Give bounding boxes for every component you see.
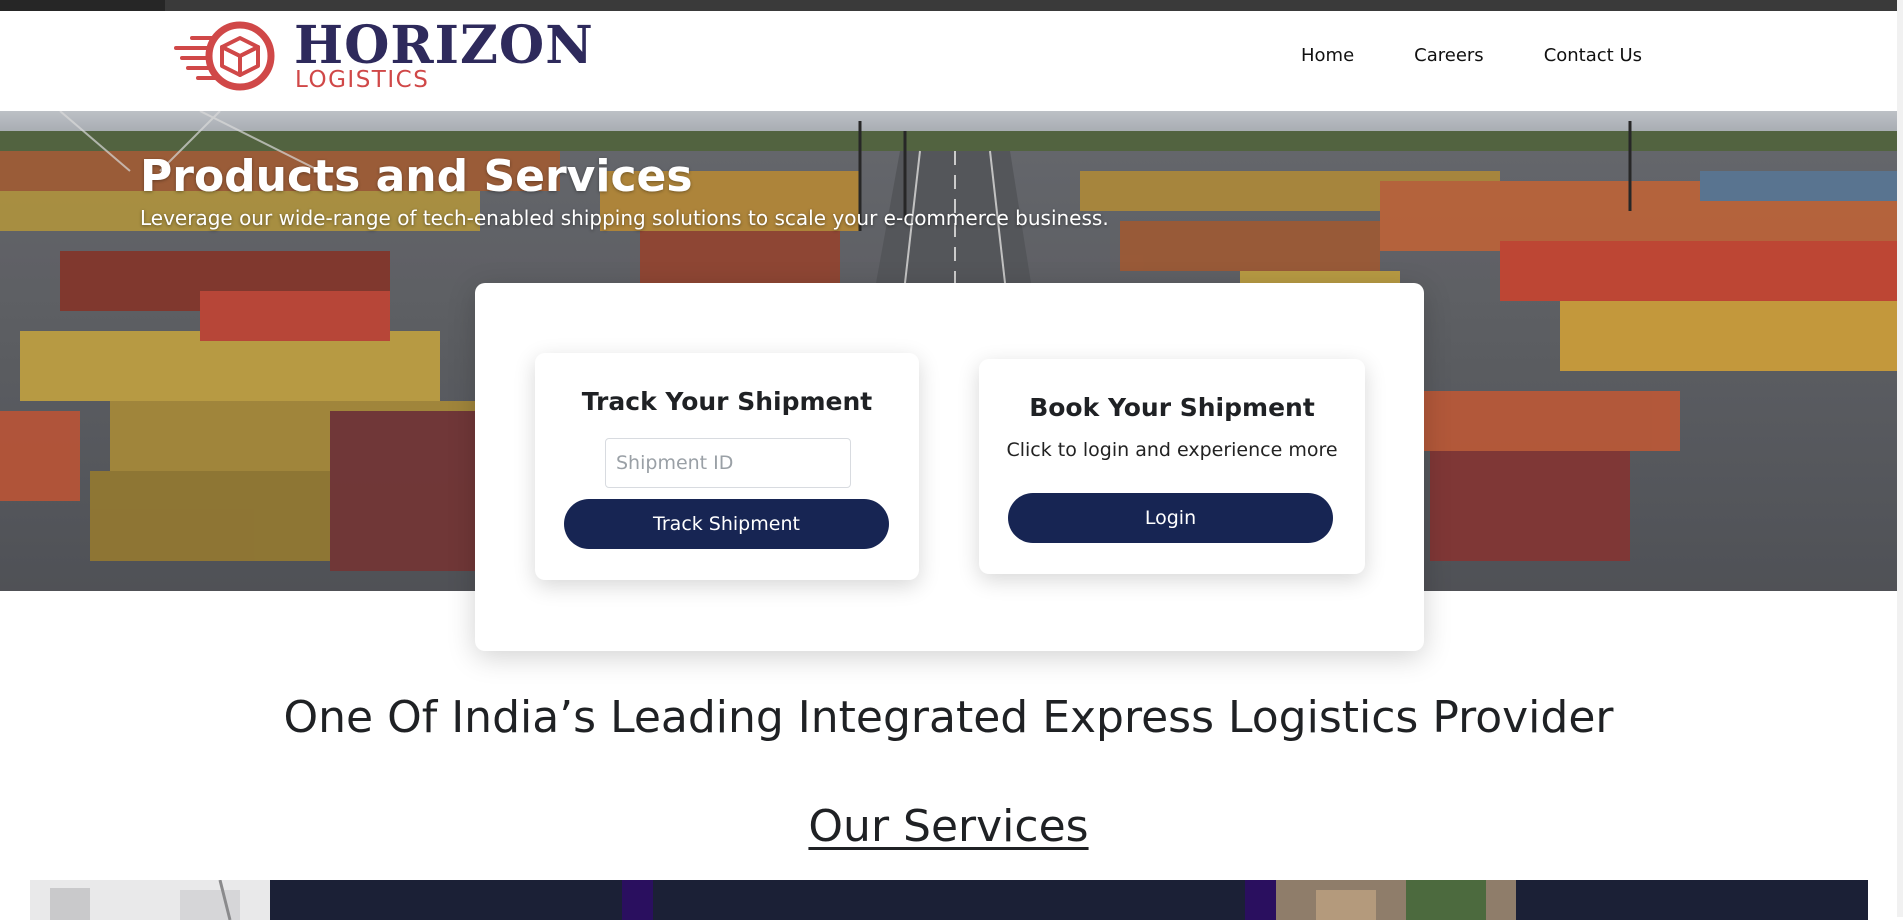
track-shipment-card: Track Your Shipment Track Shipment [535,353,919,580]
service-card[interactable] [653,880,1245,920]
service-image [1276,880,1516,920]
nav-careers[interactable]: Careers [1414,41,1484,71]
logo-subtitle: LOGISTICS [295,67,430,93]
nav-home[interactable]: Home [1301,41,1354,71]
track-shipment-title: Track Your Shipment [581,387,873,416]
services-heading: Our Services [0,797,1897,857]
track-shipment-button[interactable]: Track Shipment [564,499,889,549]
logo-box-icon [174,21,275,91]
service-card[interactable] [30,880,622,920]
book-shipment-card: Book Your Shipment Click to login and ex… [979,359,1365,574]
page-scrollbar[interactable] [1897,0,1903,917]
services-divider [622,880,653,920]
company-tagline: One Of India’s Leading Integrated Expres… [283,692,1614,743]
hero-subtitle: Leverage our wide-range of tech-enabled … [140,206,1109,230]
browser-top-strip [0,0,1903,11]
book-shipment-title: Book Your Shipment [1029,393,1315,422]
service-image [30,880,270,920]
services-heading-text: Our Services [808,801,1089,852]
shipment-panel: Track Your Shipment Track Shipment Book … [475,283,1424,651]
main-nav: Home Careers Contact Us [1280,41,1642,71]
shipment-id-input[interactable] [605,438,851,488]
login-button[interactable]: Login [1008,493,1333,543]
logo[interactable]: HORIZON LOGISTICS [174,14,593,94]
services-divider [1245,880,1276,920]
service-card[interactable] [1276,880,1868,920]
site-header: HORIZON LOGISTICS Home Careers Contact U… [0,11,1903,111]
book-shipment-text: Click to login and experience more [1006,439,1338,461]
hero-title: Products and Services [140,151,693,202]
nav-contact-us[interactable]: Contact Us [1544,41,1642,71]
